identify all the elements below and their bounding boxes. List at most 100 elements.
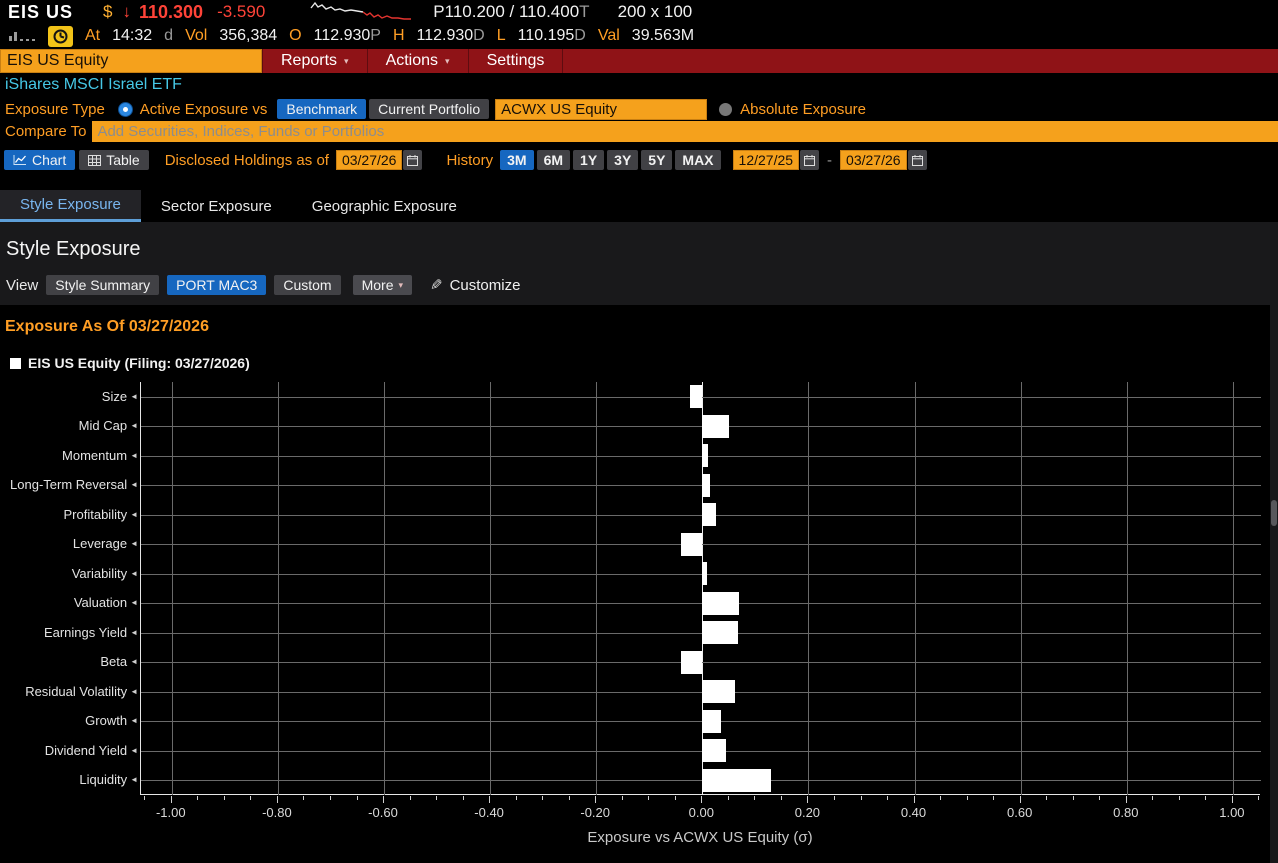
tab-style-exposure[interactable]: Style Exposure — [0, 190, 141, 222]
chevron-down-icon: ▾ — [344, 55, 349, 66]
page-title: Style Exposure — [6, 238, 141, 260]
menu-bar: Reports▾ Actions▾ Settings — [0, 49, 1278, 73]
category-arrow-icon: ◄ — [130, 480, 138, 490]
category-label: Momentum ◄ — [62, 447, 138, 463]
major-tick — [170, 796, 172, 803]
current-portfolio-button[interactable]: Current Portfolio — [369, 99, 490, 119]
legend-label: EIS US Equity (Filing: 03/27/2026) — [28, 355, 250, 371]
line-chart-icon — [13, 155, 26, 165]
exposure-type-row: Exposure Type Active Exposure vs Benchma… — [0, 98, 1278, 120]
view-custom-button[interactable]: Custom — [274, 275, 341, 295]
minor-tick — [860, 796, 862, 800]
history-range-1y[interactable]: 1Y — [573, 150, 605, 170]
horizontal-gridline — [141, 780, 1261, 782]
scrollbar-thumb[interactable] — [1271, 500, 1277, 526]
open-value: 112.930P — [313, 27, 381, 44]
exposure-bar — [702, 503, 716, 527]
tab-sector-exposure[interactable]: Sector Exposure — [141, 190, 292, 222]
table-toggle-button[interactable]: Table — [79, 150, 149, 170]
absolute-exposure-radio[interactable] — [719, 102, 733, 116]
x-tick-label: -1.00 — [155, 805, 186, 820]
horizontal-gridline — [141, 514, 1261, 516]
category-label: Dividend Yield ◄ — [44, 742, 138, 758]
active-exposure-radio[interactable] — [118, 102, 132, 116]
chart-category-labels: Size ◄ Mid Cap ◄ Momentum ◄ Long-Term Reversal… — [0, 382, 138, 795]
vertical-gridline — [171, 382, 173, 795]
calendar-icon[interactable] — [403, 150, 423, 170]
menu-item-reports[interactable]: Reports ▾ — [262, 49, 368, 73]
security-input[interactable] — [0, 49, 262, 73]
currency-symbol: $ — [103, 2, 113, 21]
customize-button[interactable]: ✎ Customize — [430, 276, 520, 295]
major-tick — [383, 796, 384, 803]
vertical-gridline — [490, 382, 492, 795]
minor-tick — [144, 796, 146, 800]
date-range-separator: - — [827, 151, 833, 169]
major-tick — [1019, 796, 1021, 803]
chart-toggle-button[interactable]: Chart — [4, 150, 76, 170]
history-range-3y[interactable]: 3Y — [607, 150, 639, 170]
minor-tick — [356, 796, 358, 800]
menu-item-settings[interactable]: Settings — [469, 49, 564, 73]
exposure-bar — [702, 768, 772, 792]
history-range-max[interactable]: MAX — [675, 150, 721, 170]
view-style-summary-button[interactable]: Style Summary — [46, 275, 160, 295]
compare-to-row: Compare To — [0, 121, 1278, 142]
calendar-icon[interactable] — [800, 150, 820, 170]
view-row: View Style Summary PORT MAC3 Custom More… — [6, 275, 520, 295]
history-end-date-input[interactable]: 03/27/26 — [840, 150, 907, 170]
view-port-mac3-button[interactable]: PORT MAC3 — [167, 275, 267, 295]
view-more-button[interactable]: More ▾ — [352, 275, 413, 295]
price-down-arrow-icon: ↓ — [122, 2, 132, 21]
horizontal-gridline — [141, 721, 1261, 723]
history-range-3m[interactable]: 3M — [500, 150, 534, 170]
horizontal-gridline — [141, 632, 1261, 634]
horizontal-gridline — [141, 455, 1261, 457]
compare-to-input[interactable] — [92, 121, 1278, 142]
exposure-bar — [702, 473, 710, 497]
minor-tick — [542, 796, 544, 800]
minor-tick — [1178, 796, 1180, 800]
menu-item-actions[interactable]: Actions ▾ — [368, 49, 469, 73]
last-price: 110.300 — [139, 1, 204, 22]
history-range-5y[interactable]: 5Y — [641, 150, 673, 170]
minor-tick — [436, 796, 437, 800]
x-tick-label: -0.20 — [580, 805, 611, 820]
x-tick-label: -0.80 — [262, 805, 292, 820]
minor-tick — [197, 796, 199, 800]
category-label: Growth ◄ — [85, 713, 138, 729]
major-tick — [807, 796, 809, 803]
active-exposure-label: Active Exposure vs — [139, 100, 268, 118]
minor-tick — [1046, 796, 1048, 800]
low-value: 110.195D — [517, 27, 586, 44]
chevron-down-icon: ▾ — [398, 279, 404, 290]
exposure-bar — [702, 444, 709, 468]
exposure-bar — [702, 562, 708, 586]
horizontal-gridline — [141, 485, 1261, 487]
category-label: Long-Term Reversal ◄ — [10, 477, 138, 493]
value-traded-label: Val — [597, 27, 620, 44]
x-tick-label: 0.80 — [1113, 805, 1139, 820]
minor-tick — [648, 796, 650, 800]
style-exposure-panel: Style Exposure View Style Summary PORT M… — [0, 222, 1278, 305]
bid-ask: P110.200 / 110.400T — [433, 2, 590, 21]
benchmark-button[interactable]: Benchmark — [277, 99, 367, 119]
exposure-bar — [702, 739, 726, 763]
tab-geographic-exposure[interactable]: Geographic Exposure — [292, 190, 477, 222]
disclosed-date-input[interactable]: 03/27/26 — [335, 150, 403, 170]
x-tick-label: 0.20 — [794, 805, 821, 820]
category-arrow-icon: ◄ — [130, 450, 138, 460]
history-range-6m[interactable]: 6M — [536, 150, 571, 170]
benchmark-input[interactable] — [495, 98, 708, 120]
open-label: O — [289, 27, 302, 44]
x-tick-label: -0.40 — [474, 805, 504, 820]
exposure-bar — [681, 532, 703, 556]
minor-tick — [1205, 796, 1207, 800]
calendar-icon[interactable] — [907, 150, 927, 170]
category-arrow-icon: ◄ — [130, 568, 138, 578]
category-arrow-icon: ◄ — [130, 539, 138, 549]
history-start-date-input[interactable]: 12/27/25 — [732, 150, 800, 170]
horizontal-gridline — [141, 573, 1261, 575]
minor-tick — [754, 796, 756, 800]
category-arrow-icon: ◄ — [130, 391, 138, 401]
